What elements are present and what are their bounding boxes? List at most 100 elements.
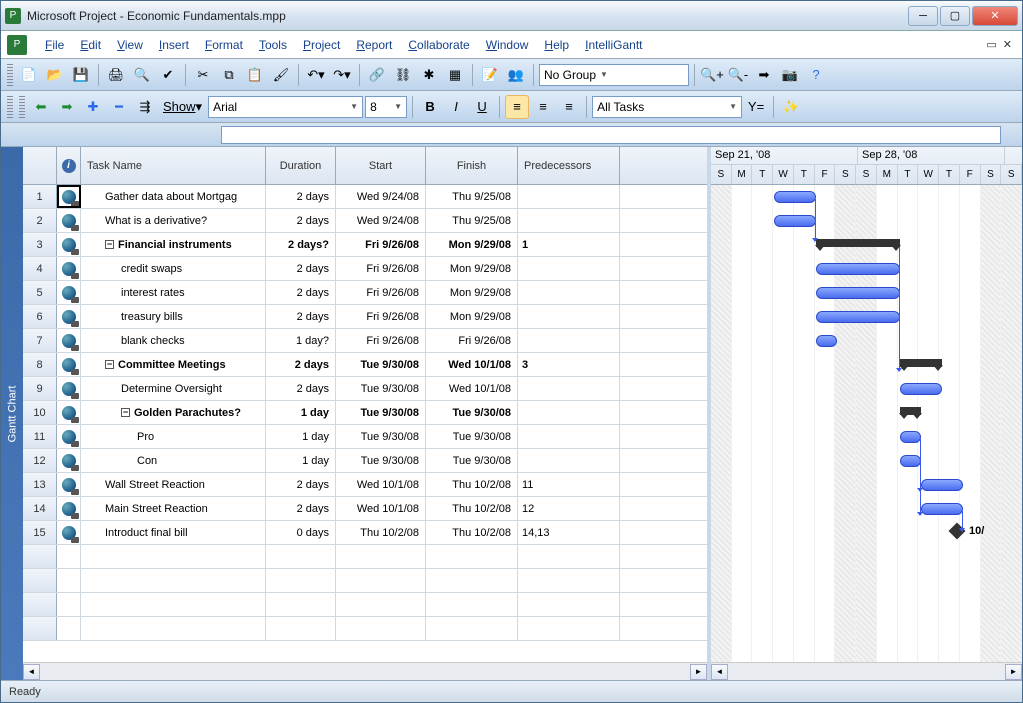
autofilter-icon[interactable]: Y= — [744, 95, 768, 119]
start-cell[interactable]: Tue 9/30/08 — [336, 401, 426, 424]
table-row[interactable]: 7blank checks1 day?Fri 9/26/08Fri 9/26/0… — [23, 329, 707, 353]
indicator-cell[interactable] — [57, 449, 81, 472]
table-row[interactable]: 8−Committee Meetings2 daysTue 9/30/08Wed… — [23, 353, 707, 377]
finish-cell[interactable]: Mon 9/29/08 — [426, 281, 518, 304]
task-name-cell[interactable]: interest rates — [81, 281, 266, 304]
menu-file[interactable]: File — [37, 35, 72, 55]
start-cell[interactable]: Thu 10/2/08 — [336, 521, 426, 544]
outdent-plus-icon[interactable]: ✚ — [81, 95, 105, 119]
task-name-cell[interactable]: Pro — [81, 425, 266, 448]
menu-intelligantt[interactable]: IntelliGantt — [577, 35, 650, 55]
table-row[interactable]: 1Gather data about Mortgag2 daysWed 9/24… — [23, 185, 707, 209]
task-grid[interactable]: 1Gather data about Mortgag2 daysWed 9/24… — [23, 185, 707, 662]
menu-insert[interactable]: Insert — [151, 35, 197, 55]
gantt-task-bar[interactable] — [774, 191, 816, 203]
predecessors-cell[interactable] — [518, 401, 620, 424]
predecessors-cell[interactable] — [518, 329, 620, 352]
table-row[interactable]: 13Wall Street Reaction2 daysWed 10/1/08T… — [23, 473, 707, 497]
row-number[interactable]: 10 — [23, 401, 57, 424]
menu-edit[interactable]: Edit — [72, 35, 109, 55]
copy-icon[interactable]: ⧉ — [217, 63, 241, 87]
task-name-cell[interactable]: What is a derivative? — [81, 209, 266, 232]
font-combo[interactable]: Arial▼ — [208, 96, 363, 118]
predecessors-cell[interactable] — [518, 449, 620, 472]
duration-cell[interactable]: 1 day? — [266, 329, 336, 352]
copy-picture-icon[interactable]: 📷 — [778, 63, 802, 87]
row-number[interactable]: 4 — [23, 257, 57, 280]
menu-collaborate[interactable]: Collaborate — [400, 35, 477, 55]
indicator-cell[interactable] — [57, 281, 81, 304]
toolbar-gripper[interactable] — [7, 96, 13, 118]
day-header[interactable]: S — [711, 165, 732, 184]
gantt-task-bar[interactable] — [921, 479, 963, 491]
duration-cell[interactable]: 2 days — [266, 305, 336, 328]
save-icon[interactable]: 💾 — [69, 63, 93, 87]
predecessors-cell[interactable] — [518, 425, 620, 448]
gantt-task-bar[interactable] — [900, 455, 921, 467]
format-painter-icon[interactable]: 🖌 — [269, 63, 293, 87]
predecessors-cell[interactable]: 3 — [518, 353, 620, 376]
col-header-taskname[interactable]: Task Name — [81, 147, 266, 184]
day-header[interactable]: S — [981, 165, 1002, 184]
align-right-icon[interactable]: ≡ — [557, 95, 581, 119]
underline-icon[interactable]: U — [470, 95, 494, 119]
empty-row[interactable] — [23, 569, 707, 593]
task-name-cell[interactable]: Determine Oversight — [81, 377, 266, 400]
col-header-duration[interactable]: Duration — [266, 147, 336, 184]
task-name-cell[interactable]: Introduct final bill — [81, 521, 266, 544]
gantt-task-bar[interactable] — [816, 263, 900, 275]
row-number[interactable]: 15 — [23, 521, 57, 544]
finish-cell[interactable]: Fri 9/26/08 — [426, 329, 518, 352]
start-cell[interactable]: Wed 9/24/08 — [336, 185, 426, 208]
indicator-cell[interactable] — [57, 497, 81, 520]
indicator-cell[interactable] — [57, 185, 81, 208]
row-number[interactable]: 14 — [23, 497, 57, 520]
mdi-close-button[interactable]: ✕ — [1003, 38, 1012, 51]
predecessors-cell[interactable] — [518, 377, 620, 400]
day-header[interactable]: W — [918, 165, 939, 184]
menu-window[interactable]: Window — [478, 35, 537, 55]
close-button[interactable]: ✕ — [972, 6, 1018, 26]
finish-cell[interactable]: Thu 10/2/08 — [426, 521, 518, 544]
duration-cell[interactable]: 2 days — [266, 497, 336, 520]
spellcheck-icon[interactable]: ✔ — [156, 63, 180, 87]
scroll-right-icon[interactable]: ► — [1005, 664, 1022, 680]
task-name-cell[interactable]: Main Street Reaction — [81, 497, 266, 520]
day-header[interactable]: S — [1001, 165, 1022, 184]
table-row[interactable]: 12Con1 dayTue 9/30/08Tue 9/30/08 — [23, 449, 707, 473]
indicator-cell[interactable] — [57, 377, 81, 400]
finish-cell[interactable]: Thu 9/25/08 — [426, 185, 518, 208]
row-number[interactable]: 3 — [23, 233, 57, 256]
start-cell[interactable]: Fri 9/26/08 — [336, 329, 426, 352]
indicator-cell[interactable] — [57, 329, 81, 352]
duration-cell[interactable]: 2 days — [266, 185, 336, 208]
day-header[interactable]: F — [815, 165, 836, 184]
menu-tools[interactable]: Tools — [251, 35, 295, 55]
indicator-cell[interactable] — [57, 353, 81, 376]
day-header[interactable]: T — [752, 165, 773, 184]
show-button[interactable]: Show▾ — [159, 95, 206, 119]
paste-icon[interactable]: 📋 — [243, 63, 267, 87]
assign-resources-icon[interactable]: 👥 — [504, 63, 528, 87]
col-header-finish[interactable]: Finish — [426, 147, 518, 184]
predecessors-cell[interactable] — [518, 257, 620, 280]
table-row[interactable]: 2What is a derivative?2 daysWed 9/24/08T… — [23, 209, 707, 233]
predecessors-cell[interactable] — [518, 209, 620, 232]
fontsize-combo[interactable]: 8▼ — [365, 96, 407, 118]
link-icon[interactable]: 🔗 — [365, 63, 389, 87]
gantt-hscroll[interactable]: ◄ ► — [711, 662, 1022, 680]
scroll-left-icon[interactable]: ◄ — [711, 664, 728, 680]
italic-icon[interactable]: I — [444, 95, 468, 119]
gantt-task-bar[interactable] — [816, 335, 837, 347]
row-number[interactable]: 13 — [23, 473, 57, 496]
finish-cell[interactable]: Mon 9/29/08 — [426, 257, 518, 280]
row-number[interactable]: 12 — [23, 449, 57, 472]
row-number[interactable]: 7 — [23, 329, 57, 352]
start-cell[interactable]: Tue 9/30/08 — [336, 377, 426, 400]
finish-cell[interactable]: Thu 10/2/08 — [426, 473, 518, 496]
filter-combo[interactable]: All Tasks▼ — [592, 96, 742, 118]
task-name-cell[interactable]: Con — [81, 449, 266, 472]
indicator-cell[interactable] — [57, 233, 81, 256]
finish-cell[interactable]: Tue 9/30/08 — [426, 449, 518, 472]
indicator-cell[interactable] — [57, 401, 81, 424]
